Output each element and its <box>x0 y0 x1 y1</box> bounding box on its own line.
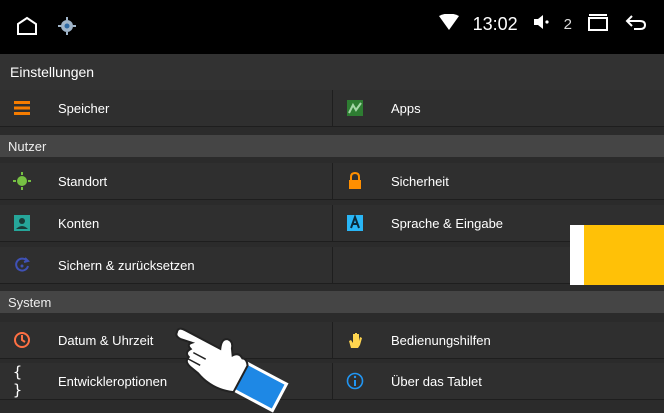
home-icon[interactable] <box>16 16 38 41</box>
backup-icon <box>13 256 31 274</box>
back-icon[interactable] <box>624 13 648 36</box>
volume-level: 2 <box>563 16 572 33</box>
settings-item-konten[interactable]: Konten <box>0 205 332 242</box>
volume-icon[interactable] <box>532 14 550 35</box>
info-icon <box>346 372 364 390</box>
side-panel-handle[interactable] <box>570 225 664 285</box>
settings-item-bedienungshilfen[interactable]: Bedienungshilfen <box>332 322 664 359</box>
settings-item-label: Entwickleroptionen <box>58 373 168 389</box>
status-bar: 13:02 2 <box>0 0 664 54</box>
accessibility-hand-icon <box>346 331 364 349</box>
location-icon <box>13 172 31 190</box>
pointing-hand-icon <box>175 327 289 413</box>
page-title: Einstellungen <box>10 64 95 80</box>
settings-gear-icon[interactable] <box>58 17 76 40</box>
settings-item-label: Bedienungshilfen <box>391 332 491 348</box>
settings-item-label: Apps <box>391 100 421 116</box>
account-icon <box>13 214 31 232</box>
lock-icon <box>346 172 364 190</box>
settings-item-apps[interactable]: Apps <box>332 90 664 127</box>
settings-row: Sichern & zurücksetzen <box>0 247 664 284</box>
settings-item-label: Konten <box>58 215 100 231</box>
settings-row: Konten Sprache & Eingabe <box>0 205 664 242</box>
clock-icon <box>13 331 31 349</box>
settings-item-ueber-tablet[interactable]: Über das Tablet <box>332 363 664 400</box>
page-title-bar: Einstellungen <box>0 54 664 90</box>
settings-row: { } Entwickleroptionen Über das Tablet <box>0 363 664 400</box>
settings-item-label: Sichern & zurücksetzen <box>58 257 195 273</box>
section-header-system: System <box>0 291 664 313</box>
recent-apps-icon[interactable] <box>586 13 610 36</box>
settings-row: Datum & Uhrzeit Bedienungshilfen <box>0 322 664 359</box>
storage-icon <box>13 99 31 117</box>
settings-item-label: Speicher <box>58 100 110 116</box>
settings-item-sicherheit[interactable]: Sicherheit <box>332 163 664 200</box>
settings-item-sichern[interactable]: Sichern & zurücksetzen <box>0 247 332 284</box>
settings-item-label: Über das Tablet <box>391 373 482 389</box>
wifi-icon <box>438 13 459 35</box>
section-header-nutzer: Nutzer <box>0 135 664 157</box>
language-icon <box>346 214 364 232</box>
apps-icon <box>346 99 364 117</box>
settings-item-speicher[interactable]: Speicher <box>0 90 332 127</box>
settings-item-label: Datum & Uhrzeit <box>58 332 154 348</box>
settings-row: Standort Sicherheit <box>0 163 664 200</box>
clock-time: 13:02 <box>472 14 518 34</box>
settings-row: Speicher Apps <box>0 90 664 127</box>
settings-item-label: Standort <box>58 173 108 189</box>
settings-item-standort[interactable]: Standort <box>0 163 332 200</box>
settings-item-label: Sicherheit <box>391 173 449 189</box>
braces-icon: { } <box>13 363 23 399</box>
settings-item-label: Sprache & Eingabe <box>391 215 504 231</box>
